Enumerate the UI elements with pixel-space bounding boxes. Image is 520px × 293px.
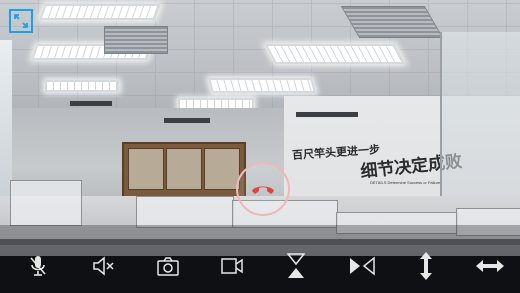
record-video-button[interactable] <box>212 239 252 293</box>
cabinet-door <box>128 148 164 190</box>
speaker-mute-icon <box>93 256 114 276</box>
ceiling-light <box>264 44 406 64</box>
speaker-mute-button[interactable] <box>84 239 124 293</box>
flip-horizontal-button[interactable] <box>342 239 382 293</box>
air-vent <box>104 26 168 54</box>
expand-icon <box>14 14 28 28</box>
horizontal-arrows-icon <box>476 260 504 272</box>
expand-button[interactable] <box>9 9 33 33</box>
stretch-vertical-button[interactable] <box>406 239 446 293</box>
wall-vent <box>70 101 112 106</box>
wall-vent <box>296 112 358 117</box>
video-call-screen: 百尺竿头更进一步 细节决定成败 DETAILS Determine Succes… <box>0 0 520 293</box>
mute-microphone-button[interactable] <box>18 239 58 293</box>
flip-horizontal-icon <box>350 256 375 276</box>
ceiling-light <box>45 80 119 92</box>
air-vent <box>340 6 444 38</box>
desk-partition <box>10 180 82 226</box>
hang-up-phone-icon <box>252 186 274 194</box>
vertical-arrows-icon <box>420 252 432 280</box>
flip-vertical-icon <box>286 253 306 278</box>
flip-vertical-button[interactable] <box>276 239 316 293</box>
stretch-horizontal-button[interactable] <box>470 239 510 293</box>
cabinet-door <box>204 148 240 190</box>
ceiling-light <box>39 4 161 20</box>
snapshot-button[interactable] <box>148 239 188 293</box>
wall-vent <box>164 118 210 123</box>
camera-icon <box>157 257 179 276</box>
ceiling-light <box>207 78 317 93</box>
hang-up-button[interactable] <box>236 162 290 216</box>
desk-partition <box>136 196 234 228</box>
video-record-icon <box>221 258 243 274</box>
wall-subtitle: DETAILS Determine Success or Failure <box>370 180 441 185</box>
cabinet-door <box>166 148 202 190</box>
call-toolbar <box>0 239 520 293</box>
mic-off-icon <box>30 256 46 276</box>
